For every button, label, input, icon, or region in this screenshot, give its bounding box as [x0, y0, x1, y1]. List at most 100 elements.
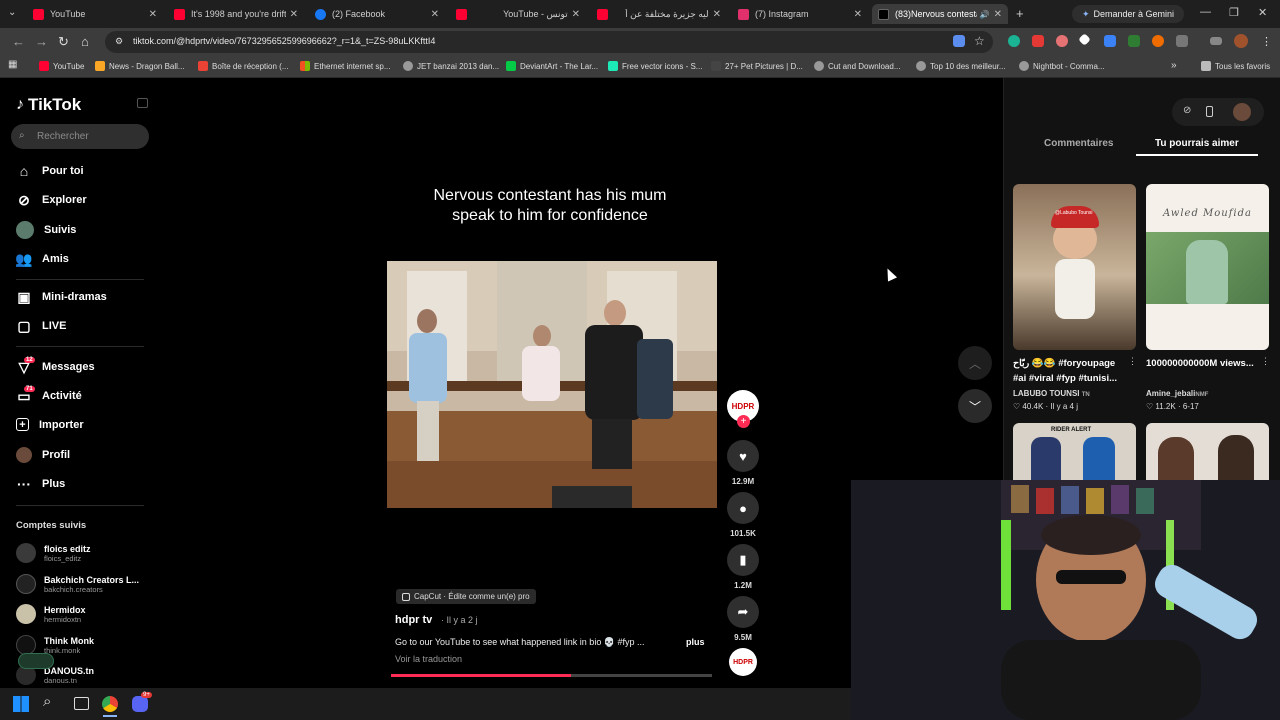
extensions-puzzle-icon[interactable]: [1176, 35, 1188, 47]
nav-mini-dramas[interactable]: ▣ Mini-dramas: [16, 289, 106, 305]
like-button[interactable]: ♥: [727, 440, 759, 472]
extension-icon[interactable]: [1008, 35, 1020, 47]
minimize-button[interactable]: —: [1200, 6, 1211, 18]
follow-plus-icon[interactable]: +: [737, 415, 750, 428]
next-video-button[interactable]: ﹀: [958, 389, 992, 423]
close-icon[interactable]: ✕: [149, 9, 157, 20]
gemini-button[interactable]: ✦ Demander à Gemini: [1072, 5, 1184, 23]
browser-tab-active[interactable]: (83)Nervous contestan 🔊 ✕: [872, 4, 1008, 24]
tab-comments[interactable]: Commentaires: [1044, 138, 1113, 149]
close-icon[interactable]: ✕: [431, 9, 439, 20]
share-button[interactable]: ➦: [727, 596, 759, 628]
save-button[interactable]: ▮: [727, 544, 759, 576]
search-icon[interactable]: ⌕: [43, 693, 51, 710]
forward-icon[interactable]: →: [35, 34, 48, 49]
windows-start-icon[interactable]: [13, 696, 29, 712]
nav-suivis[interactable]: Suivis: [16, 221, 76, 239]
discord-icon[interactable]: [132, 696, 148, 712]
card-author[interactable]: Amine_jebaliNMF: [1146, 389, 1208, 398]
nav-plus[interactable]: ··· Plus: [16, 476, 65, 492]
profile-avatar[interactable]: [1234, 34, 1248, 48]
video-player[interactable]: [387, 261, 717, 508]
bookmark-item[interactable]: 27+ Pet Pictures | D...: [711, 61, 803, 71]
card-title[interactable]: ربّاح 😂😂 #foryoupage #ai #viral #fyp #tu…: [1013, 356, 1131, 386]
bookmark-item[interactable]: Nightbot - Comma...: [1019, 61, 1105, 71]
bookmark-item[interactable]: Cut and Download...: [814, 61, 901, 71]
translate-link[interactable]: Voir la traduction: [395, 654, 462, 664]
collapse-sidebar-icon[interactable]: [137, 98, 148, 108]
bookmark-item[interactable]: YouTube: [39, 61, 84, 71]
extension-icon[interactable]: [1032, 35, 1044, 47]
more-button[interactable]: plus: [686, 637, 705, 647]
close-icon[interactable]: ✕: [572, 9, 580, 20]
nav-profil[interactable]: Profil: [16, 447, 70, 463]
close-icon[interactable]: ✕: [290, 9, 298, 20]
extension-icon[interactable]: [1104, 35, 1116, 47]
comment-button[interactable]: ●: [727, 492, 759, 524]
compass-icon[interactable]: ⊘: [1183, 105, 1191, 116]
suggested-video-card[interactable]: RIDER ALERT: [1013, 423, 1136, 480]
card-title[interactable]: 100000000000M views...: [1146, 356, 1264, 371]
nav-amis[interactable]: 👥 Amis: [15, 251, 69, 267]
tab-suggested[interactable]: Tu pourrais aimer: [1155, 138, 1239, 149]
previous-video-button[interactable]: ︿: [958, 346, 992, 380]
suggested-video-card[interactable]: @Labubo Tounsi: [1013, 184, 1136, 350]
apps-icon[interactable]: ▦: [8, 59, 17, 70]
new-tab-button[interactable]: +: [1016, 6, 1024, 21]
capcut-tag[interactable]: CapCut · Édite comme un(e) pro: [396, 589, 536, 604]
followed-account[interactable]: Hermidox hermidoxtn: [16, 604, 86, 624]
suggested-video-card[interactable]: Awled Moufida: [1146, 184, 1269, 350]
bookmark-item[interactable]: Boîte de réception (...: [198, 61, 289, 71]
browser-tab[interactable]: (7) Instagram ✕: [732, 4, 868, 24]
tiktok-logo[interactable]: ♪ TikTok: [16, 95, 81, 115]
more-options-icon[interactable]: ⋮: [1128, 356, 1137, 367]
menu-icon[interactable]: ⋮: [1261, 35, 1272, 48]
close-icon[interactable]: ✕: [854, 9, 862, 20]
speaker-icon[interactable]: 🔊: [980, 10, 990, 19]
url-text[interactable]: tiktok.com/@hdprtv/video/767329565259969…: [133, 36, 435, 46]
followed-account[interactable]: Bakchich Creators L... bakchich.creators: [16, 574, 139, 594]
maximize-button[interactable]: ❐: [1229, 6, 1239, 19]
all-bookmarks-button[interactable]: Tous les favoris: [1201, 61, 1270, 71]
avatar[interactable]: [1233, 103, 1251, 121]
home-icon[interactable]: ⌂: [81, 34, 89, 49]
chevron-right-icon[interactable]: »: [1171, 60, 1177, 71]
close-icon[interactable]: ✕: [994, 9, 1002, 20]
bookmark-star-icon[interactable]: ☆: [974, 34, 985, 48]
close-window-button[interactable]: ✕: [1258, 6, 1267, 19]
bookmark-item[interactable]: Free vector icons - S...: [608, 61, 702, 71]
browser-tab[interactable]: YouTube - تونس ✕: [450, 4, 586, 24]
back-icon[interactable]: ←: [12, 34, 25, 49]
browser-tab[interactable]: YouTube ✕: [27, 4, 163, 24]
bookmark-item[interactable]: DeviantArt - The Lar...: [506, 61, 598, 71]
nav-explorer[interactable]: ⊘ Explorer: [16, 192, 87, 208]
nav-pour-toi[interactable]: ⌂ Pour toi: [16, 163, 84, 179]
task-view-icon[interactable]: [74, 697, 89, 710]
browser-tab[interactable]: It's 1998 and you're driftin ✕: [168, 4, 304, 24]
more-options-icon[interactable]: ⋮: [1261, 356, 1270, 367]
music-disc[interactable]: HDPR: [729, 648, 757, 676]
floating-toggle[interactable]: [18, 653, 54, 669]
extension-icon[interactable]: [1152, 35, 1164, 47]
site-info-icon[interactable]: ⚙: [115, 36, 123, 47]
bookmark-item[interactable]: News - Dragon Ball...: [95, 61, 185, 71]
reading-list-icon[interactable]: [1210, 37, 1222, 45]
tab-search-icon[interactable]: ⌄: [8, 7, 16, 18]
card-author[interactable]: LABUBO TOUNSI TN: [1013, 389, 1090, 398]
bookmark-item[interactable]: Top 10 des meilleur...: [916, 61, 1006, 71]
nav-live[interactable]: ▢ LIVE: [16, 318, 66, 334]
reload-icon[interactable]: ↻: [58, 34, 69, 50]
browser-tab[interactable]: (2) Facebook ✕: [309, 4, 445, 24]
chrome-icon[interactable]: [102, 696, 118, 712]
bookmark-item[interactable]: Ethernet internet sp...: [300, 61, 391, 71]
close-icon[interactable]: ✕: [713, 9, 721, 20]
install-app-icon[interactable]: [953, 35, 965, 47]
suggested-video-card[interactable]: [1146, 423, 1269, 480]
followed-account[interactable]: floics editz floics_editz: [16, 543, 91, 563]
nav-importer[interactable]: + Importer: [16, 418, 84, 431]
extension-icon[interactable]: [1128, 35, 1140, 47]
browser-tab[interactable]: ليه جزيرة مختلفة عن أ ✕: [591, 4, 727, 24]
extension-icon[interactable]: [1056, 35, 1068, 47]
author-name[interactable]: hdpr tv: [395, 614, 432, 626]
followed-account[interactable]: Think Monk think.monk: [16, 635, 94, 655]
